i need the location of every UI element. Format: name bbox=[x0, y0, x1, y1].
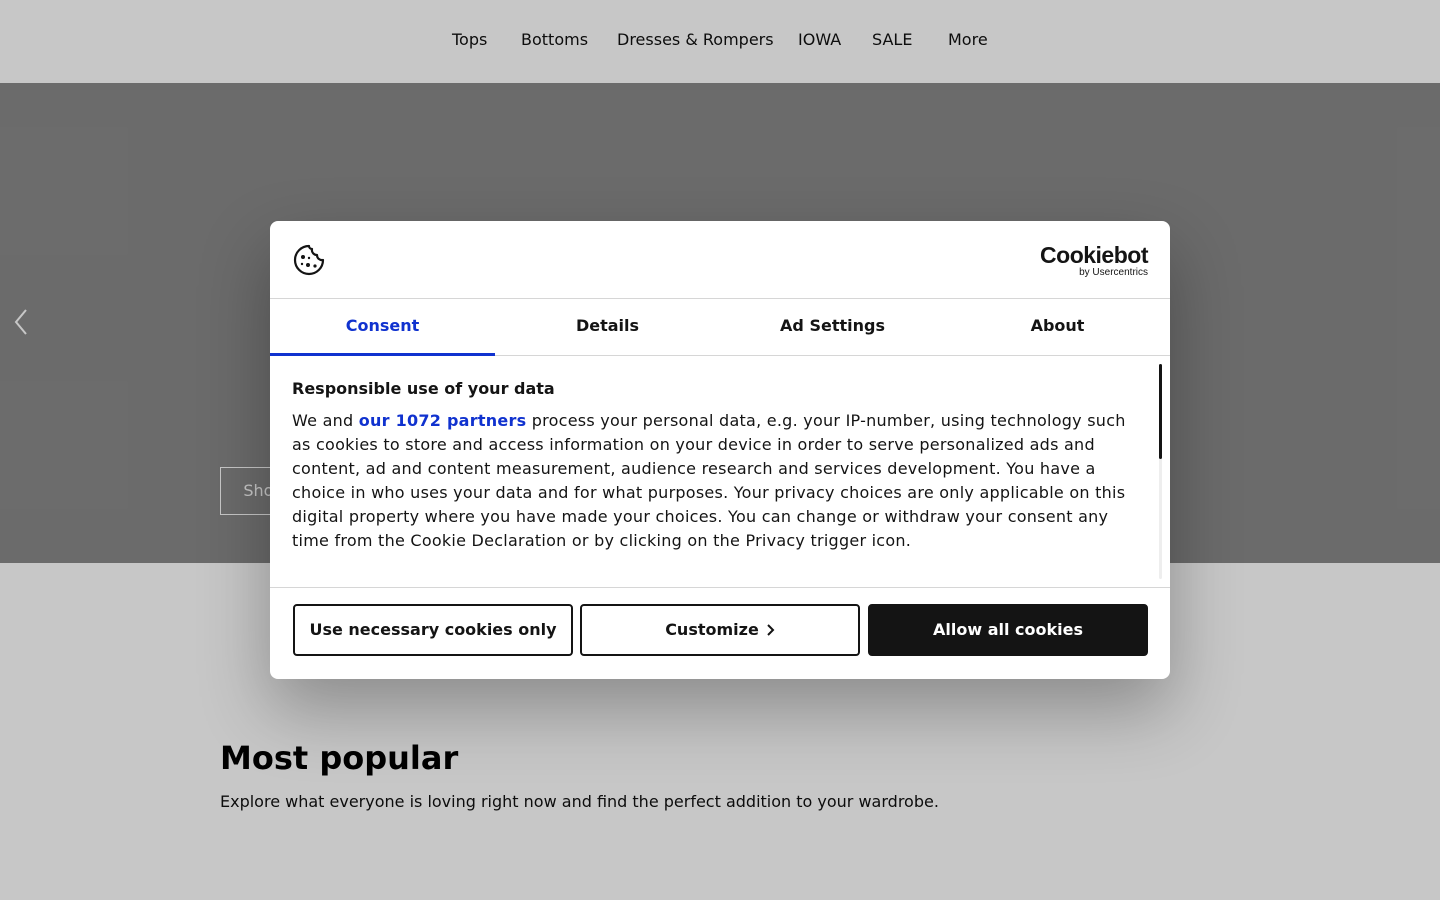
consent-body[interactable]: Responsible use of your data We and our … bbox=[270, 356, 1170, 587]
cookiebot-logo: Cookiebot by Usercentrics bbox=[1038, 242, 1148, 278]
consent-body-title: Responsible use of your data bbox=[292, 379, 555, 398]
necessary-cookies-button[interactable]: Use necessary cookies only bbox=[293, 604, 573, 656]
customize-label: Customize bbox=[665, 620, 759, 639]
tab-about[interactable]: About bbox=[945, 299, 1170, 355]
consent-body-text: We and our 1072 partners process your pe… bbox=[292, 409, 1142, 553]
consent-body-content: Responsible use of your data We and our … bbox=[292, 378, 1142, 553]
cookie-icon bbox=[292, 243, 326, 277]
tab-consent[interactable]: Consent bbox=[270, 299, 495, 356]
tab-details[interactable]: Details bbox=[495, 299, 720, 355]
chevron-right-icon bbox=[767, 607, 775, 655]
body-text-suffix: process your personal data, e.g. your IP… bbox=[292, 411, 1126, 550]
consent-footer: Use necessary cookies only Customize All… bbox=[270, 587, 1170, 679]
customize-button[interactable]: Customize bbox=[580, 604, 860, 656]
brand-name: Cookiebot bbox=[1040, 242, 1148, 268]
brand-subtitle: by Usercentrics bbox=[1079, 267, 1148, 278]
partners-link[interactable]: our 1072 partners bbox=[359, 411, 527, 430]
tab-ad-settings[interactable]: Ad Settings bbox=[720, 299, 945, 355]
scrollbar-track[interactable] bbox=[1159, 364, 1162, 579]
consent-tabs: Consent Details Ad Settings About bbox=[270, 299, 1170, 356]
dialog-header: Cookiebot by Usercentrics bbox=[270, 221, 1170, 299]
scrollbar-thumb[interactable] bbox=[1159, 364, 1162, 459]
body-text-prefix: We and bbox=[292, 411, 359, 430]
allow-all-cookies-button[interactable]: Allow all cookies bbox=[868, 604, 1148, 656]
cookie-consent-dialog: Cookiebot by Usercentrics Consent Detail… bbox=[270, 221, 1170, 679]
